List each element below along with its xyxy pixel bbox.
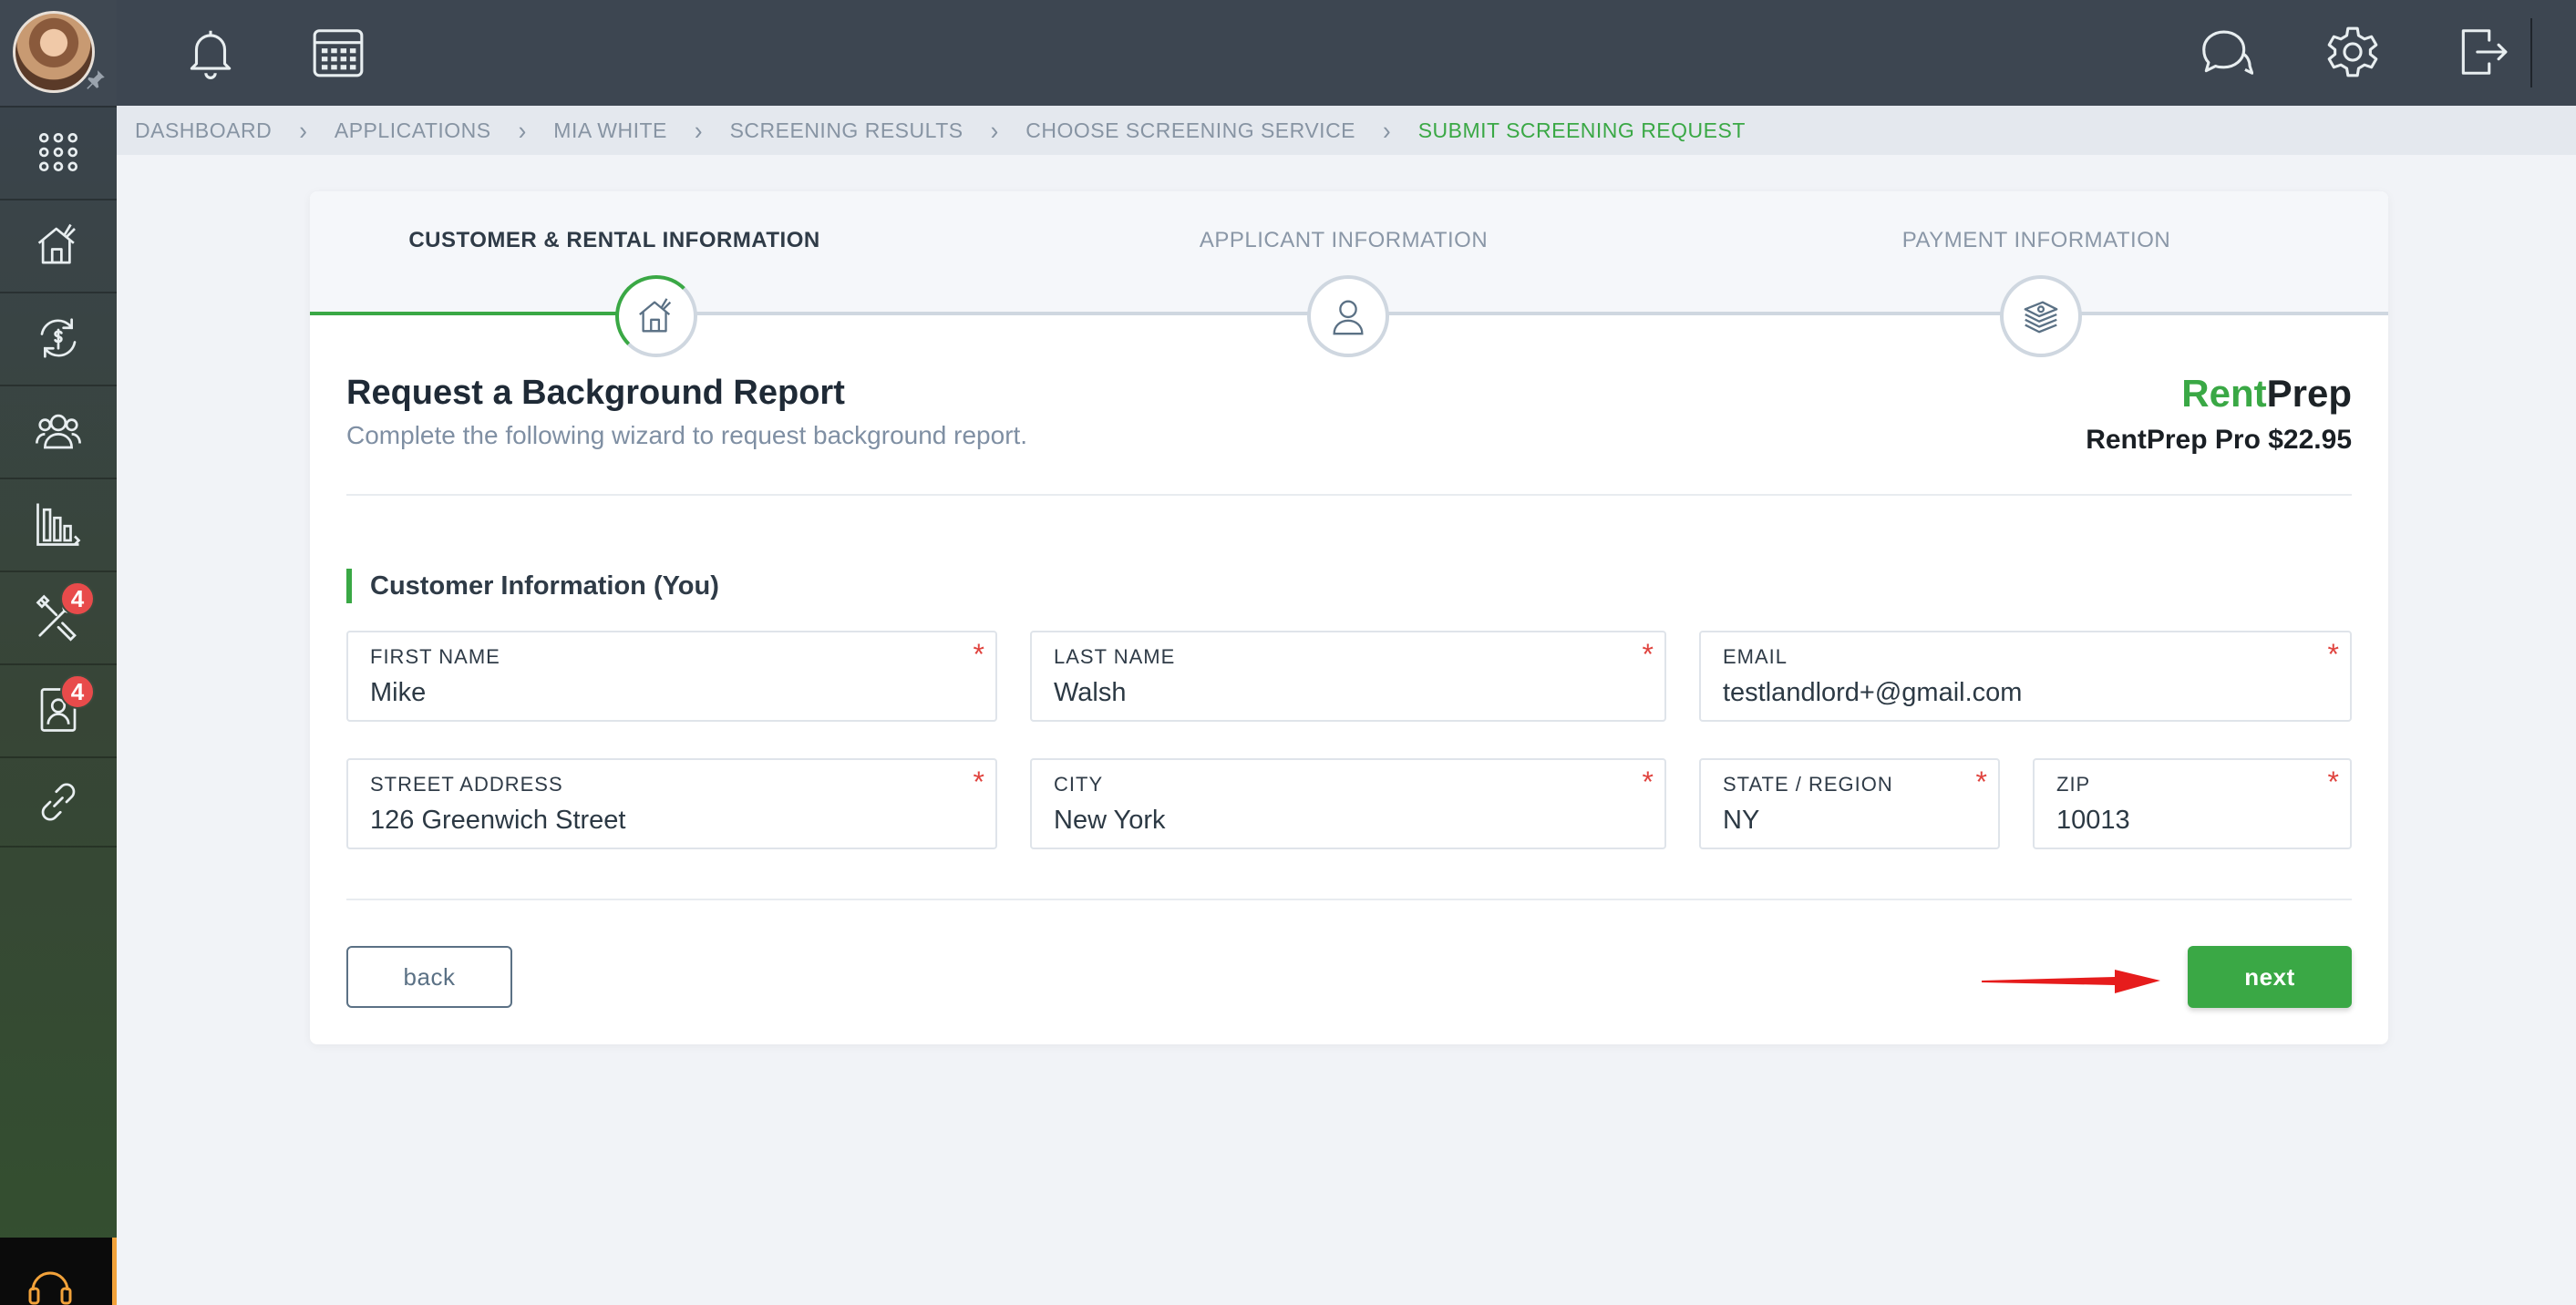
sidebar: 4 4 [0,0,117,1305]
sidebar-item-people[interactable] [0,385,117,476]
logo-rent: Rent [2181,372,2267,415]
breadcrumb-applicant[interactable]: MIA WHITE [553,118,667,143]
page-subtitle: Complete the following wizard to request… [346,421,1028,449]
red-arrow-annotation [1982,970,2160,993]
section-title: Customer Information (You) [346,569,719,603]
zip-field[interactable]: ZIP 10013 * [2033,758,2352,849]
back-button[interactable]: back [346,946,512,1008]
zip-value[interactable]: 10013 [2056,806,2130,836]
gear-icon[interactable] [2324,24,2381,80]
step-customer[interactable] [615,275,697,357]
house-icon [639,298,672,333]
step-applicant[interactable] [1307,275,1389,357]
breadcrumb: DASHBOARD › APPLICATIONS › MIA WHITE › S… [117,106,2576,155]
chevron-right-icon: › [694,114,703,145]
next-button[interactable]: next [2188,946,2352,1008]
link-icon [41,783,76,821]
zip-label: ZIP [2056,773,2091,796]
maintenance-badge: 4 [60,581,95,616]
city-value[interactable]: New York [1054,806,1166,836]
city-field[interactable]: CITY New York * [1030,758,1666,849]
service-price: RentPrep Pro $22.95 [2086,425,2352,455]
breadcrumb-dashboard[interactable]: DASHBOARD [135,118,272,143]
support-button[interactable] [0,1238,117,1305]
divider [346,494,2352,496]
wizard-track-progress [310,312,656,315]
required-mark: * [973,766,984,798]
last-name-field[interactable]: LAST NAME Walsh * [1030,631,1666,722]
required-mark: * [2327,766,2339,798]
first-name-label: FIRST NAME [370,645,500,668]
required-mark: * [1975,766,1987,798]
apps-grid-icon [38,132,78,172]
page-title: Request a Background Report [346,374,845,412]
required-mark: * [1642,638,1654,671]
profile-cell[interactable] [0,0,117,106]
street-address-field[interactable]: STREET ADDRESS 126 Greenwich Street * [346,758,997,849]
step-label-applicant[interactable]: APPLICANT INFORMATION [997,228,1690,253]
calendar-icon[interactable] [310,24,366,80]
avatar[interactable] [13,11,95,93]
required-mark: * [2327,638,2339,671]
step-label-payment[interactable]: PAYMENT INFORMATION [1690,228,2383,253]
street-address-value[interactable]: 126 Greenwich Street [370,806,625,836]
chevron-right-icon: › [990,114,999,145]
chat-icon[interactable] [2197,24,2253,80]
state-field[interactable]: STATE / REGION NY * [1699,758,2000,849]
people-icon [36,414,81,449]
person-icon [1333,300,1364,335]
email-value[interactable]: testlandlord+@gmail.com [1723,678,2022,708]
sidebar-item-payments[interactable] [0,292,117,383]
sidebar-item-contacts[interactable]: 4 [0,663,117,755]
city-label: CITY [1054,773,1104,796]
logo-prep: Prep [2266,372,2352,415]
screening-wizard-card: CUSTOMER & RENTAL INFORMATION APPLICANT … [310,191,2388,1044]
sidebar-item-apps[interactable] [0,106,117,197]
breadcrumb-choose-service[interactable]: CHOOSE SCREENING SERVICE [1025,118,1355,143]
cash-stack-icon [2024,301,2058,334]
sidebar-item-links[interactable] [0,756,117,848]
contacts-badge: 4 [60,674,95,709]
chevron-right-icon: › [1383,114,1391,145]
topbar-divider [2530,18,2532,87]
last-name-label: LAST NAME [1054,645,1176,668]
step-label-customer[interactable]: CUSTOMER & RENTAL INFORMATION [310,228,961,253]
state-label: STATE / REGION [1723,773,1893,796]
divider [346,899,2352,900]
first-name-field[interactable]: FIRST NAME Mike * [346,631,997,722]
headset-icon [28,1271,72,1305]
breadcrumb-applications[interactable]: APPLICATIONS [335,118,491,143]
required-mark: * [1642,766,1654,798]
logout-icon[interactable] [2454,24,2510,80]
sidebar-item-reports[interactable] [0,478,117,569]
step-payment[interactable] [2000,275,2082,357]
chevron-right-icon: › [299,114,307,145]
pin-icon[interactable] [84,67,108,91]
breadcrumb-current: SUBMIT SCREENING REQUEST [1417,118,1746,142]
money-cycle-icon [40,318,77,358]
top-bar [117,0,2576,106]
breadcrumb-screening-results[interactable]: SCREENING RESULTS [730,118,963,143]
street-address-label: STREET ADDRESS [370,773,563,796]
sidebar-item-properties[interactable] [0,199,117,290]
house-tools-icon [37,223,76,264]
last-name-value[interactable]: Walsh [1054,678,1127,708]
email-label: EMAIL [1723,645,1788,668]
chevron-right-icon: › [518,114,527,145]
email-field[interactable]: EMAIL testlandlord+@gmail.com * [1699,631,2352,722]
bar-chart-icon [36,503,81,546]
first-name-value[interactable]: Mike [370,678,426,708]
sidebar-item-maintenance[interactable]: 4 [0,570,117,662]
rentprep-logo: Rent Prep [2181,370,2352,416]
required-mark: * [973,638,984,671]
bell-icon[interactable] [182,24,239,80]
state-value[interactable]: NY [1723,806,1759,836]
